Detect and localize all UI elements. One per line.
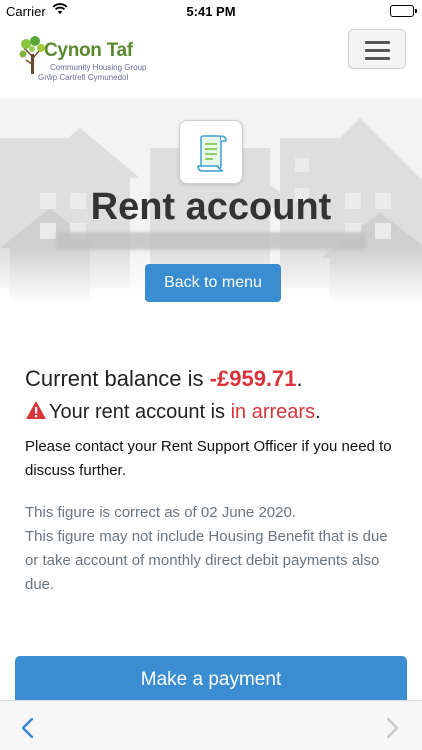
back-chevron-icon[interactable] [20, 717, 34, 744]
current-balance: Current balance is -£959.71. [25, 366, 405, 392]
balance-amount: -£959.71 [209, 366, 297, 391]
balance-suffix: . [296, 366, 303, 391]
account-summary: Current balance is -£959.71. Your rent a… [25, 366, 405, 483]
forward-chevron-icon[interactable] [386, 717, 400, 744]
redacted-account-details [56, 232, 366, 250]
figure-disclaimer: This figure is correct as of 02 June 202… [25, 501, 405, 597]
contact-advice: Please contact your Rent Support Officer… [25, 438, 392, 479]
clock: 5:41 PM [186, 4, 236, 19]
page-title: Rent account [90, 186, 332, 228]
account-status: Your rent account is in arrears. [25, 400, 405, 426]
logo-subtitle-welsh: Grŵp Cartrefi Cymunedol [38, 73, 129, 82]
browser-toolbar [0, 700, 422, 750]
housing-benefit-note: This figure may not include Housing Bene… [25, 528, 388, 593]
logo-subtitle-english: Community Housing Group [50, 63, 147, 72]
document-scroll-icon [179, 120, 243, 184]
status-label: Your rent account is [49, 401, 231, 423]
balance-label: Current balance is [25, 366, 210, 391]
cynon-taf-logo[interactable]: Cynon Taf Community Housing Group Grŵp C… [18, 34, 168, 86]
status-suffix: . [315, 401, 321, 423]
battery-icon [390, 5, 417, 17]
back-to-menu-button[interactable]: Back to menu [145, 264, 281, 302]
menu-toggle-button[interactable] [348, 29, 406, 69]
logo-brand-text: Cynon Taf [44, 40, 133, 61]
figure-date-note: This figure is correct as of 02 June 202… [25, 504, 296, 521]
warning-icon [25, 400, 47, 426]
navbar: Cynon Taf Community Housing Group Grŵp C… [0, 22, 422, 98]
status-bar: Carrier 5:41 PM [0, 0, 422, 22]
hero-banner: Rent account Back to menu [0, 98, 422, 303]
status-arrears: in arrears [230, 401, 316, 423]
